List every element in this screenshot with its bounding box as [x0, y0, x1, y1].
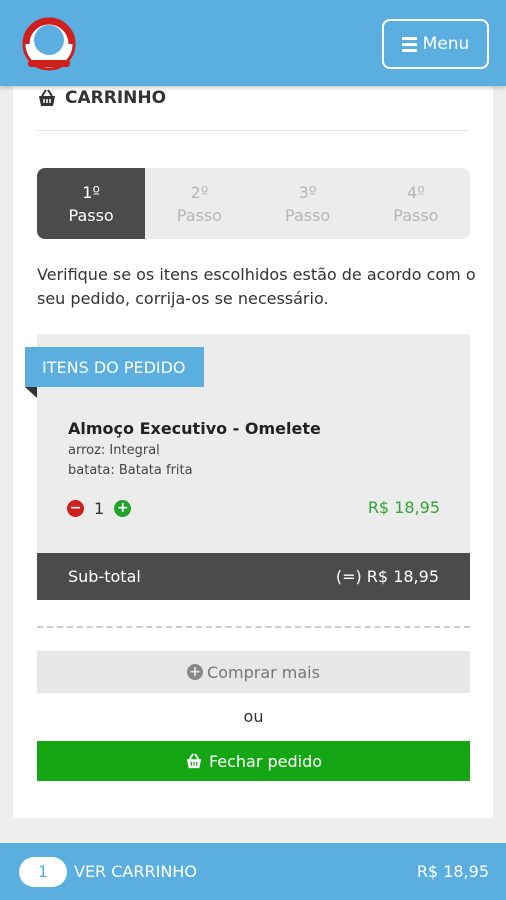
step-label: Passo — [285, 205, 331, 225]
buy-more-button[interactable]: + Comprar mais — [37, 651, 470, 693]
step-label: Passo — [176, 205, 222, 225]
step-number: 3º — [298, 182, 317, 202]
or-separator: ou — [243, 707, 264, 726]
cart-title-text: CARRINHO — [65, 88, 167, 108]
cart-count-badge: 1 — [19, 856, 67, 887]
plus-circle-icon: + — [187, 664, 204, 680]
ribbon-fold — [25, 387, 37, 398]
view-cart-label: VER CARRINHO — [74, 862, 197, 881]
subtotal-row: Sub-total (=) R$ 18,95 — [37, 553, 470, 600]
basket-icon — [186, 753, 202, 769]
step-number: 2º — [190, 182, 209, 202]
subtotal-label: Sub-total — [68, 567, 141, 586]
madrugadao-logo[interactable] — [14, 10, 84, 76]
cart-title: CARRINHO — [37, 86, 166, 110]
quantity-stepper: − 1 + — [67, 498, 132, 518]
step-label: Passo — [68, 205, 114, 225]
hamburger-icon — [401, 36, 417, 52]
item-option: batata: Batata frita — [68, 463, 193, 478]
dashed-divider — [37, 626, 470, 628]
step-2: 2º Passo — [145, 168, 253, 239]
quantity-value: 1 — [94, 498, 105, 518]
step-1: 1º Passo — [37, 168, 146, 239]
menu-button[interactable]: Menu — [382, 19, 489, 69]
minus-icon[interactable]: − — [67, 499, 84, 517]
step-4: 4º Passo — [362, 168, 470, 239]
instructions-text: Verifique se os itens escolhidos estão d… — [37, 265, 476, 308]
checkout-steps: 1º Passo 2º Passo 3º Passo 4º Passo — [37, 168, 470, 239]
menu-button-label: Menu — [422, 34, 470, 54]
step-number: 1º — [82, 182, 100, 202]
basket-icon — [39, 89, 55, 106]
item-option: arroz: Integral — [68, 443, 160, 458]
close-order-button[interactable]: Fechar pedido — [37, 741, 470, 781]
close-order-label: Fechar pedido — [208, 751, 323, 771]
item-price: R$ 18,95 — [367, 498, 440, 517]
step-label: Passo — [393, 205, 439, 225]
buy-more-label: Comprar mais — [207, 662, 320, 682]
step-number: 4º — [407, 182, 425, 202]
cart-total: R$ 18,95 — [416, 862, 489, 881]
item-name: Almoço Executivo - Omelete — [68, 419, 321, 438]
view-cart-bar[interactable]: 1 VER CARRINHO R$ 18,95 — [0, 843, 506, 900]
plus-icon[interactable]: + — [114, 499, 132, 517]
subtotal-value: (=) R$ 18,95 — [335, 567, 439, 586]
step-3: 3º Passo — [254, 168, 362, 239]
app-header: Menu — [0, 0, 506, 86]
title-divider — [37, 130, 469, 131]
order-items-label: ITENS DO PEDIDO — [25, 347, 204, 387]
